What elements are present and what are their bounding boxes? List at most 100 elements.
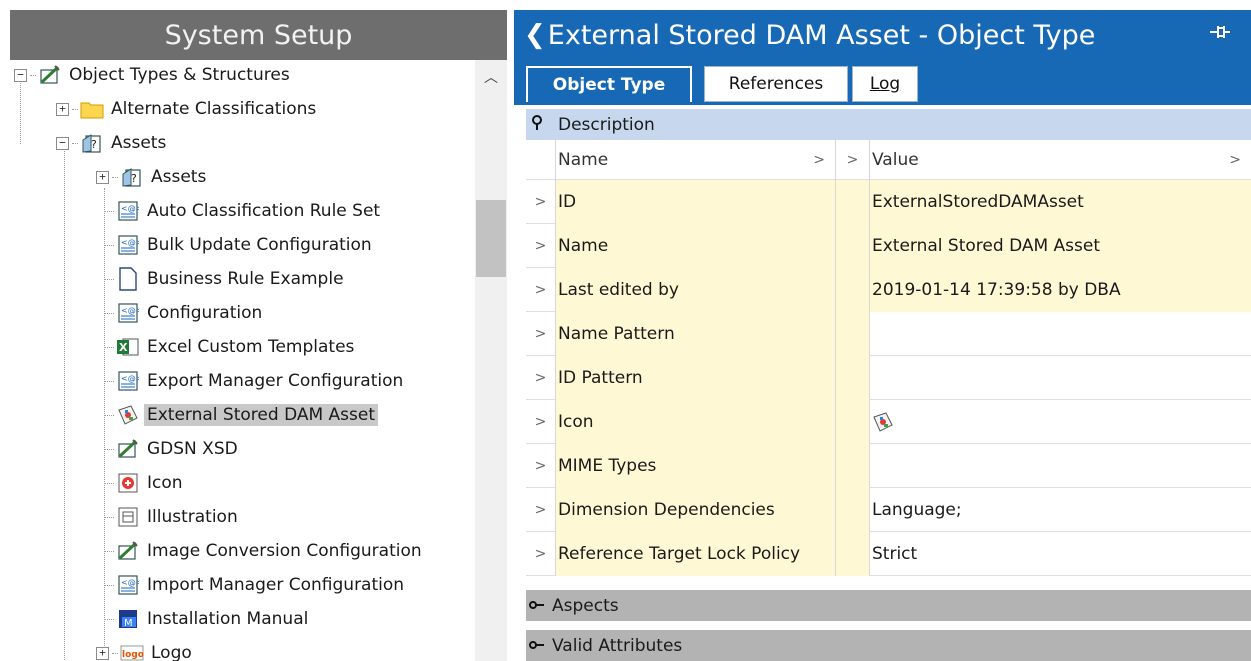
chevron-right-icon[interactable]: >: [836, 140, 870, 180]
row-expand-icon[interactable]: >: [526, 224, 556, 268]
tree-item-label: Alternate Classifications: [111, 99, 317, 119]
tab-object-type[interactable]: Object Type: [526, 66, 692, 102]
tree-item[interactable]: External Stored DAM Asset: [104, 400, 379, 430]
row-expand-icon[interactable]: >: [526, 312, 556, 356]
editor-header: ❮ External Stored DAM Asset - Object Typ…: [514, 10, 1251, 60]
tree-item-label: GDSN XSD: [147, 439, 238, 459]
setup-tree: − Object Types & Structures + Alternate Cla…: [0, 60, 475, 661]
collapse-icon[interactable]: −: [14, 68, 27, 82]
system-setup-title: System Setup: [10, 10, 507, 60]
grid-header-row: Name > > Value >: [526, 140, 1251, 180]
property-value[interactable]: [870, 400, 1251, 444]
svg-text:X: X: [119, 341, 128, 354]
dam-asset-icon: [116, 403, 140, 427]
svg-text:<@>: <@>: [121, 204, 139, 213]
property-value[interactable]: Strict: [870, 532, 1251, 576]
property-name: ID: [556, 180, 836, 224]
tab-log[interactable]: Log: [852, 66, 918, 102]
pushpin-icon[interactable]: [526, 114, 548, 135]
property-value[interactable]: ExternalStoredDAMAsset: [870, 180, 1251, 224]
tree-item[interactable]: Icon: [104, 468, 186, 498]
asset-type-icon: ?: [120, 165, 144, 189]
scroll-up-icon[interactable]: ︿: [475, 66, 507, 88]
tree-item[interactable]: Illustration: [104, 502, 241, 532]
name-column-header[interactable]: Name >: [556, 140, 836, 180]
description-section-header[interactable]: Description: [526, 109, 1251, 140]
tree-item-label: Assets: [151, 167, 207, 187]
row-expand-icon[interactable]: >: [526, 180, 556, 224]
collapse-icon[interactable]: −: [56, 136, 69, 150]
property-value[interactable]: [870, 312, 1251, 356]
row-expand-icon[interactable]: >: [526, 488, 556, 532]
property-row[interactable]: > Last edited by 2019-01-14 17:39:58 by DB…: [526, 268, 1251, 312]
value-column-header[interactable]: Value >: [870, 140, 1251, 180]
property-spacer: [836, 268, 870, 312]
property-row[interactable]: > Reference Target Lock Policy Strict: [526, 532, 1251, 576]
property-row[interactable]: > Dimension Dependencies Language;: [526, 488, 1251, 532]
property-value[interactable]: External Stored DAM Asset: [870, 224, 1251, 268]
row-expand-icon[interactable]: >: [526, 268, 556, 312]
property-value[interactable]: 2019-01-14 17:39:58 by DBA: [870, 268, 1251, 312]
valid-attributes-section-label: Valid Attributes: [552, 635, 683, 656]
tree-item[interactable]: − Object Types & Structures: [14, 60, 293, 90]
svg-text:?: ?: [131, 172, 137, 185]
pin-icon[interactable]: [1209, 22, 1231, 46]
property-row[interactable]: > ID ExternalStoredDAMAsset: [526, 180, 1251, 224]
row-expand-icon[interactable]: >: [526, 400, 556, 444]
chevron-right-icon: >: [1229, 152, 1241, 168]
object-type-editor: ❮ External Stored DAM Asset - Object Typ…: [514, 0, 1251, 661]
property-row[interactable]: > MIME Types: [526, 444, 1251, 488]
property-name: Dimension Dependencies: [556, 488, 836, 532]
row-expand-icon[interactable]: >: [526, 532, 556, 576]
back-icon[interactable]: ❮: [524, 20, 546, 50]
property-value[interactable]: [870, 356, 1251, 400]
config-icon: <@>: [116, 369, 140, 393]
tree-item[interactable]: −? Assets: [56, 128, 169, 158]
property-spacer: [836, 224, 870, 268]
aspects-section-header[interactable]: Aspects: [526, 590, 1251, 621]
object-type-icon: [116, 539, 140, 563]
property-row[interactable]: > ID Pattern: [526, 356, 1251, 400]
tree-item-label: Business Rule Example: [147, 269, 344, 289]
property-value[interactable]: Language;: [870, 488, 1251, 532]
property-row[interactable]: > Name Pattern: [526, 312, 1251, 356]
tree-item[interactable]: <@> Import Manager Configuration: [104, 570, 407, 600]
dam-asset-icon: [872, 411, 894, 433]
tree-scrollbar[interactable]: ︿: [475, 60, 507, 661]
aspects-section-label: Aspects: [552, 595, 619, 616]
icon-asset-icon: [116, 471, 140, 495]
tree-item[interactable]: <@> Export Manager Configuration: [104, 366, 406, 396]
property-spacer: [836, 400, 870, 444]
folder-icon: [80, 97, 104, 121]
config-icon: <@>: [116, 573, 140, 597]
tree-item[interactable]: M Installation Manual: [104, 604, 311, 634]
tree-item[interactable]: Image Conversion Configuration: [104, 536, 425, 566]
tree-item[interactable]: <@> Bulk Update Configuration: [104, 230, 375, 260]
tree-item[interactable]: <@> Auto Classification Rule Set: [104, 196, 383, 226]
tree-item[interactable]: X Excel Custom Templates: [104, 332, 357, 362]
tree-item[interactable]: +? Assets: [96, 162, 209, 192]
row-expand-icon[interactable]: >: [526, 444, 556, 488]
property-spacer: [836, 180, 870, 224]
valid-attributes-section-header[interactable]: Valid Attributes: [526, 630, 1251, 661]
config-icon: <@>: [116, 233, 140, 257]
tree-item[interactable]: Business Rule Example: [104, 264, 347, 294]
expand-icon[interactable]: +: [96, 170, 109, 184]
tree-item[interactable]: + Alternate Classifications: [56, 94, 319, 124]
property-spacer: [836, 356, 870, 400]
key-icon[interactable]: [526, 598, 548, 614]
property-row[interactable]: > Name External Stored DAM Asset: [526, 224, 1251, 268]
svg-text:M: M: [124, 618, 133, 629]
key-icon[interactable]: [526, 638, 548, 654]
tree-item[interactable]: <@> Configuration: [104, 298, 265, 328]
tree-item[interactable]: + logo Logo: [96, 638, 195, 661]
tab-references[interactable]: References: [704, 66, 848, 102]
tree-item[interactable]: GDSN XSD: [104, 434, 241, 464]
scroll-thumb[interactable]: [476, 200, 506, 277]
manual-icon: M: [116, 607, 140, 631]
property-row[interactable]: > Icon: [526, 400, 1251, 444]
expand-icon[interactable]: +: [56, 102, 69, 116]
row-expand-icon[interactable]: >: [526, 356, 556, 400]
expand-icon[interactable]: +: [96, 646, 109, 660]
property-value[interactable]: [870, 444, 1251, 488]
